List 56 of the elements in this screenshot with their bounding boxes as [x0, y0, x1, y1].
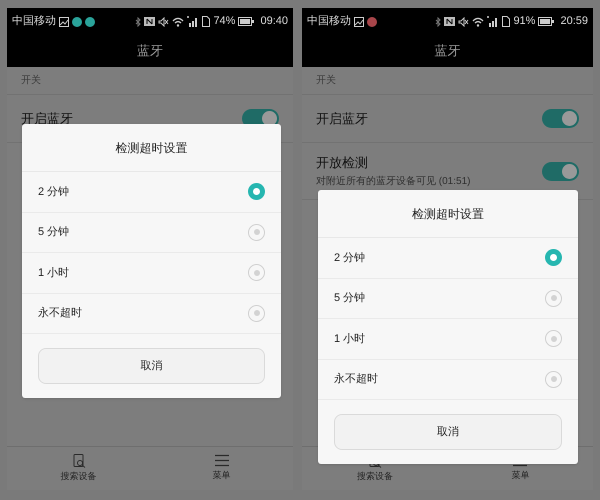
radio-button[interactable] [248, 224, 265, 241]
clock-time: 20:59 [560, 14, 588, 30]
signal-icon [487, 16, 500, 27]
nfc-icon [444, 17, 456, 26]
radio-option[interactable]: 1 小时 [318, 319, 578, 360]
cancel-button[interactable]: 取消 [38, 348, 265, 384]
cancel-button[interactable]: 取消 [334, 414, 562, 450]
wifi-icon [172, 16, 184, 26]
bluetooth-icon [135, 16, 142, 26]
screen-title: 蓝牙 [137, 42, 163, 60]
setting-title: 开启蓝牙 [21, 110, 74, 128]
radio-option[interactable]: 永不超时 [22, 294, 281, 334]
radio-option[interactable]: 2 分钟 [22, 172, 281, 212]
sim-card-icon [202, 16, 210, 27]
mute-icon [458, 16, 470, 26]
section-header: 开关 [316, 74, 336, 88]
section-header: 开关 [21, 74, 41, 88]
image-icon [59, 16, 69, 26]
setting-title: 开启蓝牙 [316, 110, 369, 128]
radio-option[interactable]: 5 分钟 [318, 278, 578, 319]
bottom-bar-button[interactable]: 搜索设备 [7, 447, 150, 490]
radio-button[interactable] [545, 330, 562, 348]
search-icon [72, 454, 86, 468]
bluetooth-icon [435, 16, 442, 26]
radio-option[interactable]: 5 分钟 [22, 212, 281, 253]
radio-button[interactable] [248, 264, 265, 282]
battery-percent: 74% [213, 14, 236, 30]
radio-button[interactable] [248, 183, 265, 200]
image-icon [354, 16, 364, 26]
battery-percent: 91% [513, 14, 536, 30]
radio-option[interactable]: 2 分钟 [318, 238, 578, 278]
sim-card-icon [502, 16, 510, 27]
carrier-name: 中国移动 [12, 14, 56, 30]
battery-icon [538, 17, 554, 26]
bottom-bar-button[interactable]: 菜单 [150, 447, 293, 490]
radio-button[interactable] [545, 370, 562, 388]
battery-icon [238, 17, 254, 26]
dialog-title: 检测超时设置 [116, 140, 188, 156]
setting-title: 开放检测 [316, 154, 369, 172]
radio-button[interactable] [545, 290, 562, 307]
signal-icon [187, 16, 200, 27]
mute-icon [158, 16, 170, 26]
carrier-name: 中国移动 [307, 14, 351, 30]
toggle-switch[interactable] [542, 162, 579, 180]
dialog-title: 检测超时设置 [412, 206, 484, 222]
screen-title: 蓝牙 [434, 42, 460, 60]
nfc-icon [144, 17, 156, 26]
menu-icon [214, 454, 230, 468]
setting-description: 对附近所有的蓝牙设备可见 (01:51) [316, 174, 472, 189]
toggle-switch[interactable] [542, 109, 579, 128]
radio-button[interactable] [545, 249, 562, 266]
radio-button[interactable] [248, 304, 265, 322]
clock-time: 09:40 [260, 14, 288, 30]
radio-option[interactable]: 永不超时 [318, 360, 578, 400]
wifi-icon [472, 16, 484, 26]
radio-option[interactable]: 1 小时 [22, 253, 281, 294]
